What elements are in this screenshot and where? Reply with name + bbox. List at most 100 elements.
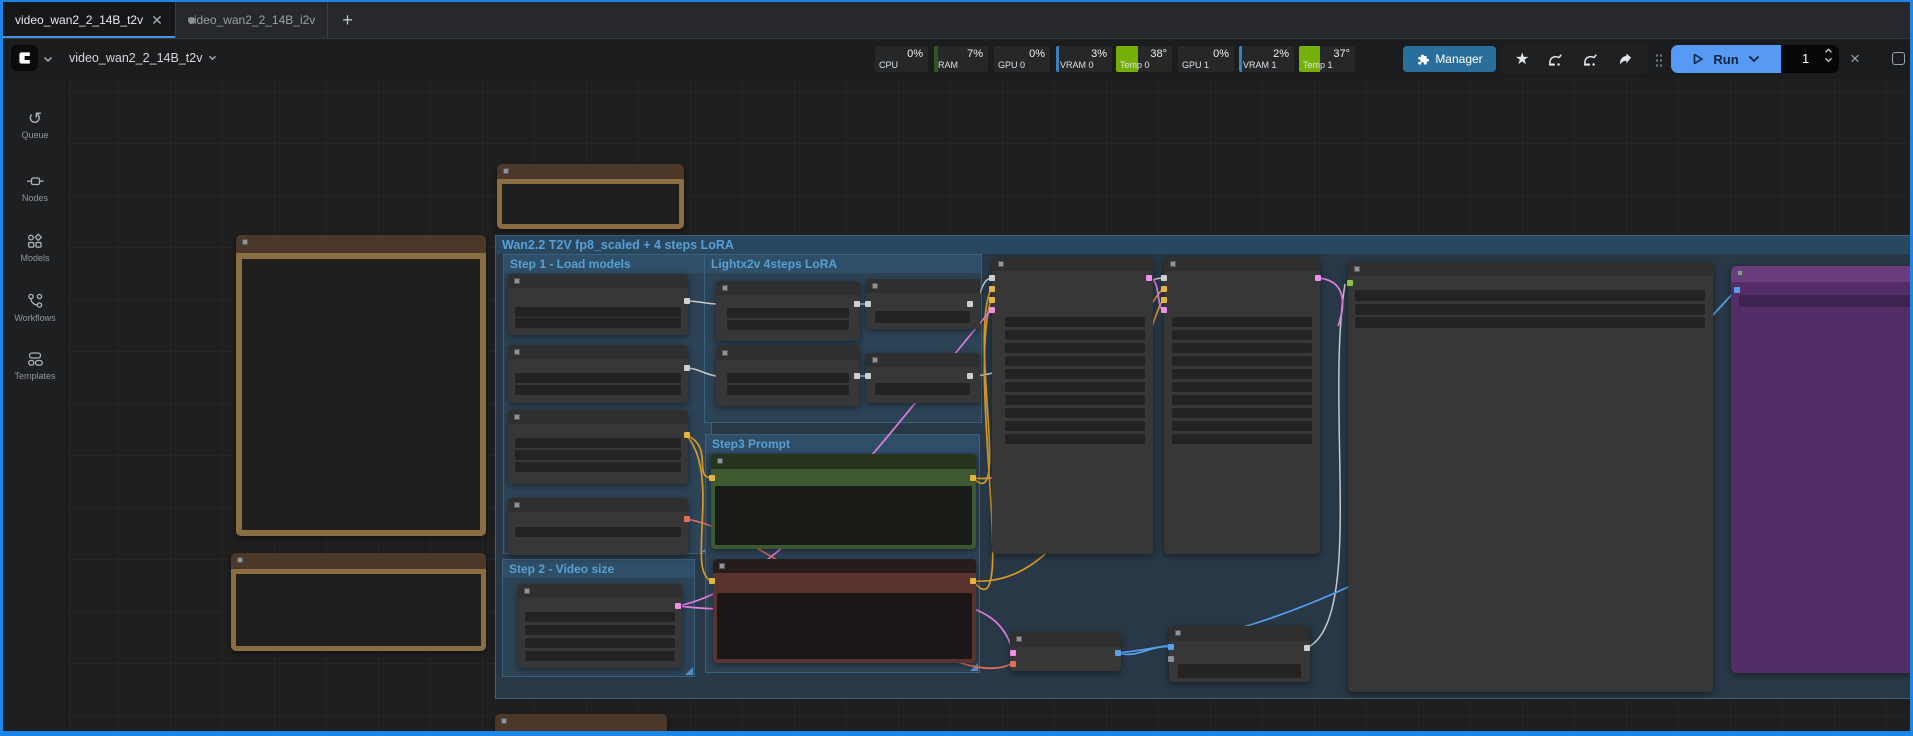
output-socket[interactable] <box>675 603 681 609</box>
input-socket[interactable] <box>865 301 871 307</box>
collapse-dot[interactable] <box>514 414 520 420</box>
output-socket[interactable] <box>1146 275 1152 281</box>
output-socket[interactable] <box>970 475 976 481</box>
ksampler-low-noise-node[interactable] <box>1164 257 1320 554</box>
collapse-dot[interactable] <box>514 349 520 355</box>
collapse-dot[interactable] <box>242 239 248 245</box>
collapse-dot[interactable] <box>1175 630 1181 636</box>
sidebar-item-models[interactable]: Models <box>3 219 67 275</box>
input-socket[interactable] <box>989 297 995 303</box>
collapse-dot[interactable] <box>1016 636 1022 642</box>
sidebar-item-nodes[interactable]: Nodes <box>3 159 67 215</box>
vae-loader-node[interactable] <box>508 498 688 555</box>
collapse-dot[interactable] <box>719 563 725 569</box>
input-socket[interactable] <box>1161 275 1167 281</box>
vae-decode-node[interactable] <box>1010 632 1121 671</box>
collapse-dot[interactable] <box>524 588 530 594</box>
collapse-dot[interactable] <box>501 718 507 724</box>
lora-loader-node[interactable] <box>866 279 980 329</box>
output-socket[interactable] <box>684 516 690 522</box>
share-icon[interactable] <box>1617 52 1633 66</box>
comfyui-logo[interactable] <box>11 45 38 71</box>
input-socket[interactable] <box>989 275 995 281</box>
close-icon[interactable]: ✕ <box>151 13 163 27</box>
toolbar-drag-handle[interactable] <box>1655 53 1663 67</box>
batch-count-spinner[interactable] <box>1824 48 1833 63</box>
input-socket[interactable] <box>1010 661 1016 667</box>
output-socket[interactable] <box>1304 645 1310 651</box>
tab-video-wan2-2-14b-t2v[interactable]: video_wan2_2_14B_t2v ✕ <box>3 2 176 38</box>
input-socket[interactable] <box>1161 286 1167 292</box>
input-socket[interactable] <box>989 307 995 313</box>
lora-loader-node[interactable] <box>866 353 980 403</box>
workflow-name-menu[interactable]: video_wan2_2_14B_t2v <box>69 51 217 65</box>
collapse-dot[interactable] <box>1737 270 1743 276</box>
save-video-node[interactable] <box>1348 262 1713 692</box>
input-socket[interactable] <box>709 578 715 584</box>
output-socket[interactable] <box>684 298 690 304</box>
collapse-dot[interactable] <box>503 168 509 174</box>
prompt-text-area[interactable] <box>717 593 972 659</box>
output-socket[interactable] <box>1315 275 1321 281</box>
collapse-dot[interactable] <box>872 283 878 289</box>
load-model-node[interactable] <box>508 274 688 335</box>
output-socket[interactable] <box>684 432 690 438</box>
collapse-dot[interactable] <box>514 278 520 284</box>
caret-up-icon[interactable] <box>1824 48 1833 54</box>
preview-node[interactable] <box>1731 266 1910 673</box>
output-socket[interactable] <box>854 301 860 307</box>
stop-icon[interactable] <box>1892 52 1905 65</box>
collapse-dot[interactable] <box>1354 266 1360 272</box>
input-socket[interactable] <box>1347 280 1353 286</box>
batch-count-input[interactable]: 1 <box>1782 45 1839 73</box>
caret-down-icon[interactable] <box>1824 57 1833 63</box>
note-node[interactable] <box>497 164 684 229</box>
note-node[interactable] <box>231 553 486 651</box>
output-socket[interactable] <box>970 578 976 584</box>
manager-button[interactable]: Manager <box>1403 46 1496 72</box>
clip-loader-node[interactable] <box>508 410 688 484</box>
output-socket[interactable] <box>684 365 690 371</box>
graph-canvas[interactable]: Wan2.2 T2V fp8_scaled + 4 steps LoRA Ste… <box>67 79 1910 731</box>
output-socket[interactable] <box>967 301 973 307</box>
input-socket[interactable] <box>1161 297 1167 303</box>
collapse-dot[interactable] <box>722 350 728 356</box>
vacuum-free-cache-icon[interactable] <box>1582 52 1599 67</box>
vacuum-unload-models-icon[interactable] <box>1547 52 1564 67</box>
input-socket[interactable] <box>1168 644 1174 650</box>
sidebar-item-workflows[interactable]: Workflows <box>3 279 67 335</box>
prompt-text-area[interactable] <box>715 486 972 545</box>
sidebar-item-templates[interactable]: Templates <box>3 337 67 393</box>
input-socket[interactable] <box>1010 650 1016 656</box>
tab-video-wan2-2-14b-i2v[interactable]: video_wan2_2_14B_i2v <box>176 2 328 38</box>
collapse-dot[interactable] <box>237 557 243 563</box>
output-socket[interactable] <box>1115 650 1121 656</box>
new-tab-button[interactable]: + <box>328 2 367 38</box>
output-socket[interactable] <box>854 373 860 379</box>
collapse-dot[interactable] <box>998 261 1004 267</box>
collapse-dot[interactable] <box>717 458 723 464</box>
ksampler-high-noise-node[interactable] <box>992 257 1153 554</box>
chevron-down-icon[interactable] <box>43 56 53 63</box>
collapse-dot[interactable] <box>722 285 728 291</box>
output-socket[interactable] <box>967 373 973 379</box>
input-socket[interactable] <box>1161 307 1167 313</box>
load-model-node[interactable] <box>508 345 688 403</box>
clear-queue-icon[interactable]: × <box>1850 49 1860 69</box>
video-size-node[interactable] <box>518 584 682 668</box>
sidebar-item-queue[interactable]: ↺ Queue <box>3 97 67 153</box>
note-node[interactable] <box>495 714 667 731</box>
input-socket[interactable] <box>1168 656 1174 662</box>
positive-prompt-node[interactable] <box>711 454 976 549</box>
input-socket[interactable] <box>1734 287 1740 293</box>
input-socket[interactable] <box>989 286 995 292</box>
input-socket[interactable] <box>709 475 715 481</box>
star-icon[interactable]: ★ <box>1515 49 1529 69</box>
run-button[interactable]: Run <box>1671 45 1781 73</box>
collapse-dot[interactable] <box>872 357 878 363</box>
negative-prompt-node[interactable] <box>713 559 976 663</box>
collapse-dot[interactable] <box>514 502 520 508</box>
collapse-dot[interactable] <box>1170 261 1176 267</box>
model-node[interactable] <box>716 346 860 406</box>
create-video-node[interactable] <box>1169 626 1310 682</box>
